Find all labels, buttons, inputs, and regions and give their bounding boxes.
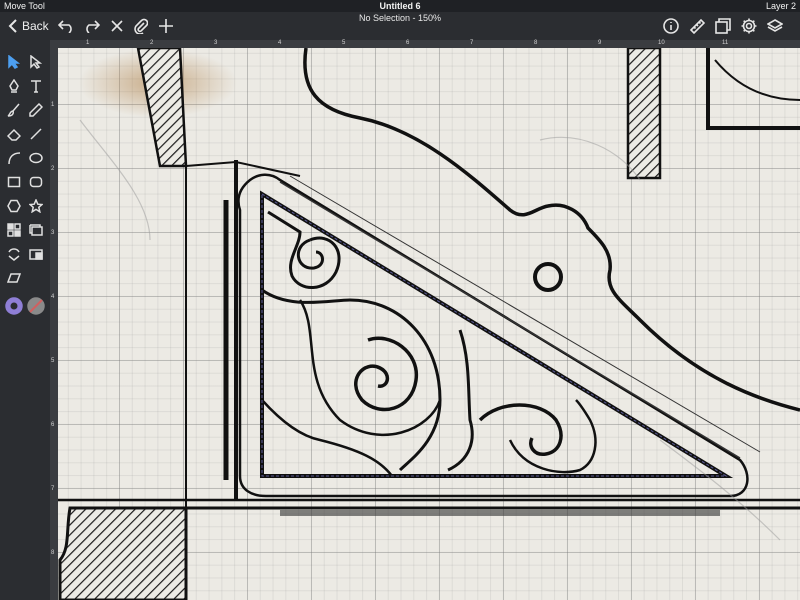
- pencil-tool[interactable]: [26, 100, 46, 120]
- ellipse-tool[interactable]: [26, 148, 46, 168]
- bracket-sketch-image: [58, 48, 800, 600]
- skew-tool[interactable]: [4, 268, 24, 288]
- redo-button[interactable]: [80, 14, 102, 38]
- crop-icon: [29, 249, 43, 260]
- info-button[interactable]: [660, 14, 682, 38]
- arrow-cursor-icon: [8, 55, 20, 69]
- chevron-left-icon: [8, 19, 17, 33]
- layers-button[interactable]: [764, 14, 786, 38]
- paperclip-icon: [134, 18, 148, 34]
- polygon-tool[interactable]: [4, 196, 24, 216]
- ruler-mark: 10: [658, 40, 665, 46]
- pen-tool[interactable]: [4, 76, 24, 96]
- shapes-library-tool[interactable]: [4, 220, 24, 240]
- artboards-button[interactable]: [712, 14, 734, 38]
- star-icon: [29, 199, 43, 213]
- rectangle-tool[interactable]: [4, 172, 24, 192]
- hollow-arrow-icon: [30, 55, 42, 69]
- parallelogram-icon: [7, 273, 21, 283]
- stroke-color-swatch[interactable]: [26, 296, 46, 316]
- grid-shapes-icon: [7, 223, 21, 237]
- line-icon: [30, 128, 42, 140]
- ruler-mark: 4: [278, 40, 282, 46]
- image-stack-icon: [29, 224, 43, 236]
- ruler-mark: 7: [470, 40, 474, 46]
- undo-button[interactable]: [56, 14, 78, 38]
- add-button[interactable]: [155, 14, 177, 38]
- document-title: Untitled 6: [379, 1, 421, 11]
- arc-tool[interactable]: [4, 148, 24, 168]
- hexagon-icon: [7, 199, 21, 213]
- line-tool[interactable]: [26, 124, 46, 144]
- ruler-mark: 9: [598, 40, 602, 46]
- drawing-canvas[interactable]: [58, 48, 800, 600]
- rotate-icon: [8, 248, 20, 261]
- ruler-mark: 8: [51, 550, 55, 556]
- eraser-tool[interactable]: [4, 124, 24, 144]
- ruler-mark: 5: [51, 358, 55, 364]
- ruler-button[interactable]: [686, 14, 708, 38]
- undo-icon: [58, 20, 72, 33]
- status-bar: Move Tool Untitled 6 Layer 2: [0, 0, 800, 12]
- ruler-mark: 2: [150, 40, 154, 46]
- gear-icon: [741, 18, 757, 34]
- direct-selection-tool[interactable]: [26, 52, 46, 72]
- ruler-mark: 8: [534, 40, 538, 46]
- settings-button[interactable]: [738, 14, 760, 38]
- brush-tool[interactable]: [4, 100, 24, 120]
- text-icon: [31, 80, 41, 93]
- attach-button[interactable]: [130, 14, 152, 38]
- ruler-mark: 1: [51, 102, 55, 108]
- layers-icon: [767, 19, 783, 32]
- redo-icon: [86, 20, 100, 33]
- ellipse-icon: [29, 152, 43, 164]
- delete-button[interactable]: [106, 14, 128, 38]
- selection-tool[interactable]: [4, 52, 24, 72]
- ruler-mark: 6: [51, 422, 55, 428]
- info-icon: [663, 18, 679, 34]
- rounded-rectangle-icon: [29, 176, 43, 188]
- ruler-mark: 4: [51, 294, 55, 300]
- ruler-icon: [689, 18, 705, 34]
- stroke-swatch-icon: [27, 297, 45, 315]
- image-tool[interactable]: [26, 220, 46, 240]
- ruler-mark: 7: [51, 486, 55, 492]
- horizontal-ruler: 1 2 3 4 5 6 7 8 9 10 11: [50, 40, 800, 48]
- fill-swatch-icon: [5, 297, 23, 315]
- plus-icon: [159, 19, 173, 33]
- rounded-rectangle-tool[interactable]: [26, 172, 46, 192]
- transform-tool[interactable]: [4, 244, 24, 264]
- text-tool[interactable]: [26, 76, 46, 96]
- pen-nib-icon: [9, 79, 19, 93]
- ruler-mark: 3: [214, 40, 218, 46]
- pencil-icon: [29, 103, 43, 117]
- back-button[interactable]: Back: [8, 14, 52, 38]
- current-layer-label: Layer 2: [765, 1, 796, 11]
- fill-color-swatch[interactable]: [4, 296, 24, 316]
- tool-palette: [0, 40, 50, 600]
- ruler-mark: 3: [51, 230, 55, 236]
- ruler-mark: 11: [722, 40, 729, 46]
- eraser-icon: [7, 128, 21, 141]
- star-tool[interactable]: [26, 196, 46, 216]
- ruler-mark: 5: [342, 40, 346, 46]
- close-icon: [111, 20, 123, 32]
- crop-tool[interactable]: [26, 244, 46, 264]
- rectangle-icon: [7, 176, 21, 188]
- vertical-ruler: 1 2 3 4 5 6 7 8: [50, 48, 58, 600]
- back-button-label: Back: [22, 19, 49, 33]
- arc-icon: [8, 152, 21, 165]
- brush-icon: [7, 103, 20, 117]
- ruler-mark: 1: [86, 40, 90, 46]
- nav-bar: No Selection - 150% Back: [0, 12, 800, 40]
- artboards-icon: [715, 18, 731, 34]
- ruler-mark: 2: [51, 166, 55, 172]
- ruler-mark: 6: [406, 40, 410, 46]
